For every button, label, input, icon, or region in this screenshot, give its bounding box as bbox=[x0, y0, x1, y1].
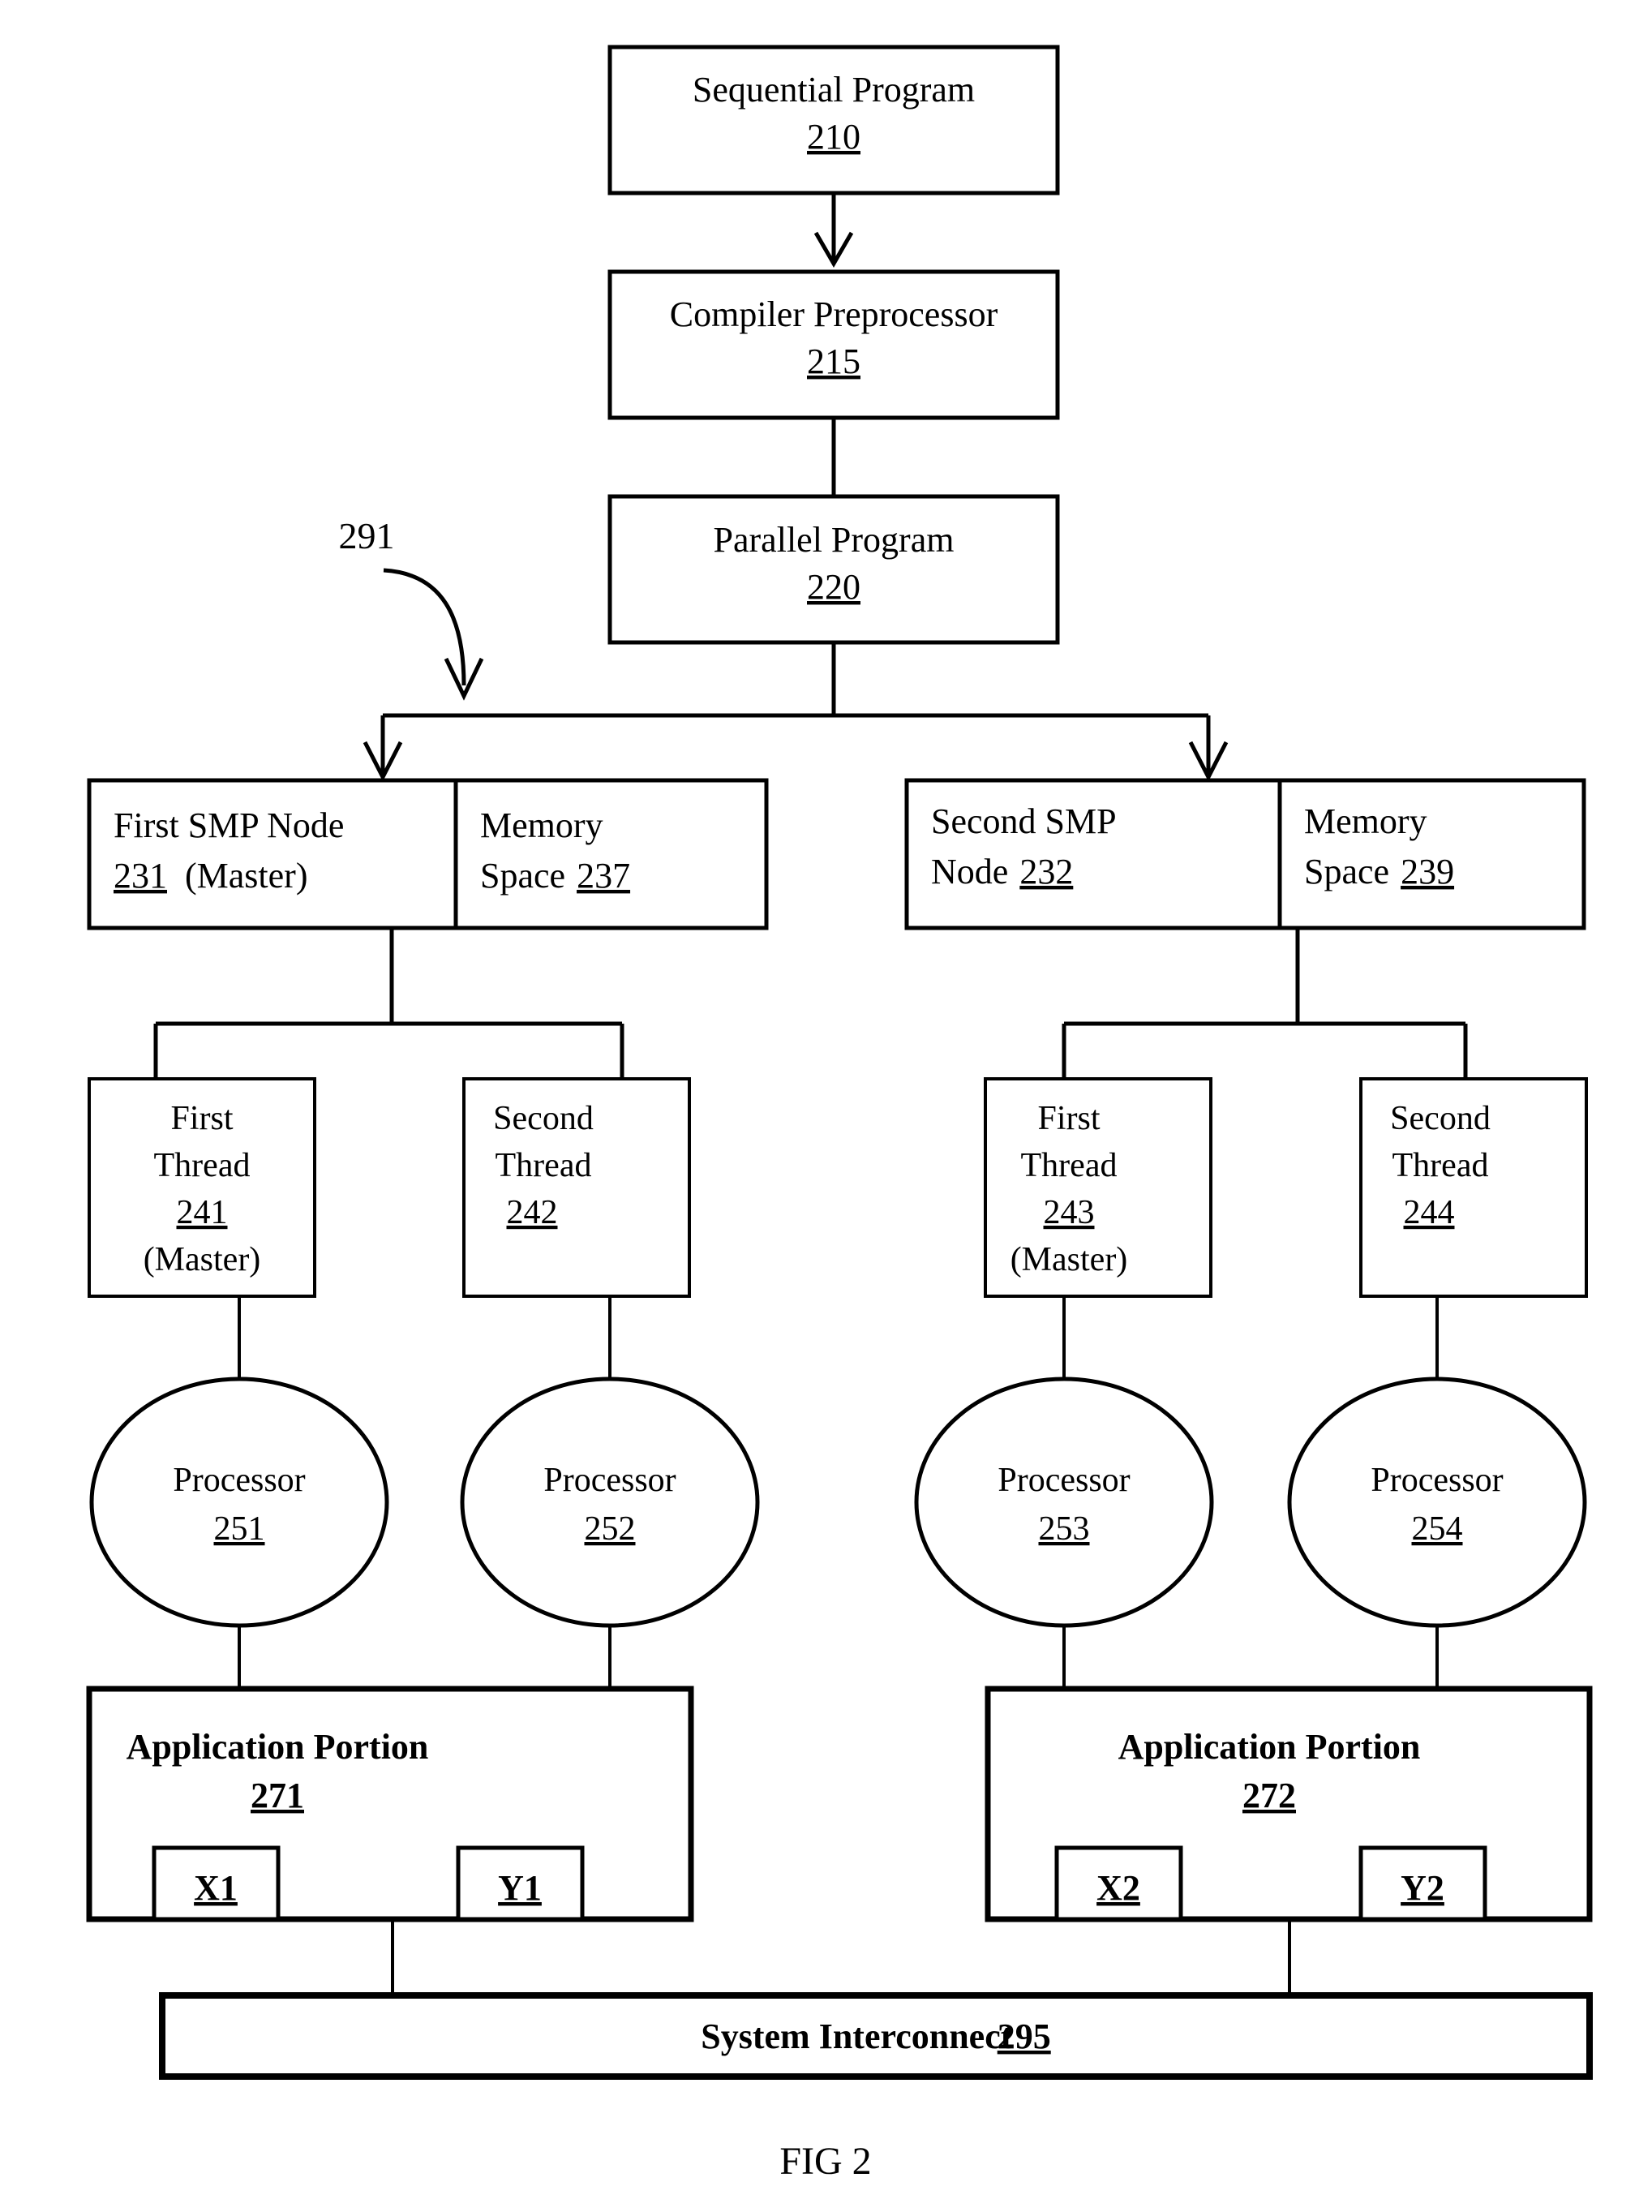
processor-254-ellipse bbox=[1287, 1377, 1587, 1628]
processor-app-connectors bbox=[238, 1626, 1439, 1689]
first-memory-space-line1: Memory bbox=[480, 805, 603, 845]
thread-241-line2: Thread bbox=[154, 1147, 251, 1184]
thread-243-line2: Thread bbox=[1021, 1147, 1118, 1184]
second-smp-node-box: Second SMP Node 232 Memory Space 239 bbox=[904, 778, 1586, 930]
sequential-program-box: Sequential Program 210 bbox=[607, 45, 1060, 195]
second-node-thread-branches bbox=[1062, 928, 1468, 1079]
second-memory-space-ref: 239 bbox=[1401, 852, 1454, 891]
thread-243-master-tag: (Master) bbox=[1011, 1241, 1128, 1278]
processor-251-ellipse bbox=[89, 1377, 389, 1628]
thread-244-line2: Thread bbox=[1392, 1147, 1489, 1184]
processor-251-ref: 251 bbox=[214, 1510, 265, 1548]
processor-253-node: Processor 253 bbox=[914, 1377, 1214, 1628]
processor-253-ellipse bbox=[914, 1377, 1214, 1628]
thread-242-line2: Thread bbox=[496, 1147, 592, 1184]
processor-251-label: Processor bbox=[173, 1462, 305, 1499]
thread-244-box: Second Thread 244 bbox=[1359, 1077, 1588, 1298]
thread-242-ref: 242 bbox=[507, 1194, 558, 1231]
application-portion-271-label: Application Portion bbox=[127, 1727, 429, 1767]
processor-252-node: Processor 252 bbox=[460, 1377, 760, 1628]
processor-252-ref: 252 bbox=[585, 1510, 636, 1548]
thread-243-ref: 243 bbox=[1044, 1194, 1095, 1231]
processor-251-node: Processor 251 bbox=[89, 1377, 389, 1628]
first-smp-node-name: First SMP Node bbox=[114, 805, 344, 845]
thread-241-ref: 241 bbox=[177, 1194, 228, 1231]
system-interconnect-bar: System Interconnect 295 bbox=[159, 1992, 1593, 2080]
compiler-preprocessor-box: Compiler Preprocessor 215 bbox=[607, 269, 1060, 420]
first-smp-node-box: First SMP Node 231 (Master) Memory Space… bbox=[87, 778, 769, 930]
thread-242-line1: Second bbox=[493, 1100, 594, 1137]
patent-figure-2: Sequential Program 210 Compiler Preproce… bbox=[0, 0, 1652, 2212]
compiler-preprocessor-ref: 215 bbox=[807, 341, 860, 381]
figure-caption: FIG 2 bbox=[779, 2140, 871, 2183]
thread-241-line1: First bbox=[170, 1100, 233, 1137]
variable-x1-label: X1 bbox=[194, 1868, 238, 1908]
variable-y1-label: Y1 bbox=[498, 1868, 542, 1908]
processor-254-ref: 254 bbox=[1412, 1510, 1463, 1548]
figure-canvas: Sequential Program 210 Compiler Preproce… bbox=[86, 45, 1593, 2183]
thread-processor-connectors bbox=[238, 1296, 1439, 1379]
first-memory-space-line2: Space bbox=[480, 856, 565, 896]
compiler-preprocessor-label: Compiler Preprocessor bbox=[670, 294, 998, 334]
fork-leader-291: 291 bbox=[339, 515, 484, 701]
thread-244-line1: Second bbox=[1390, 1100, 1491, 1137]
second-smp-node-name: Second SMP bbox=[931, 801, 1117, 841]
variable-y2-label: Y2 bbox=[1401, 1868, 1444, 1908]
system-interconnect-label: System Interconnect bbox=[701, 2017, 1012, 2056]
thread-244-ref: 244 bbox=[1404, 1194, 1455, 1231]
application-portion-271-ref: 271 bbox=[251, 1776, 304, 1815]
thread-243-line1: First bbox=[1037, 1100, 1100, 1137]
processor-254-label: Processor bbox=[1371, 1462, 1503, 1499]
processor-253-ref: 253 bbox=[1039, 1510, 1090, 1548]
application-portion-271-box: Application Portion 271 X1 Y1 bbox=[86, 1686, 694, 1922]
first-smp-node-master-tag: (Master) bbox=[185, 856, 308, 896]
second-smp-node-ref: 232 bbox=[1019, 852, 1073, 891]
first-node-thread-branches bbox=[153, 928, 624, 1079]
parallel-program-label: Parallel Program bbox=[714, 520, 955, 560]
application-portion-272-label: Application Portion bbox=[1118, 1727, 1421, 1767]
fork-bus bbox=[363, 642, 1229, 782]
thread-241-box: First Thread 241 (Master) bbox=[88, 1077, 316, 1298]
first-smp-node-ref: 231 bbox=[114, 856, 167, 896]
thread-242-box: Second Thread 242 bbox=[462, 1077, 691, 1298]
processor-252-ellipse bbox=[460, 1377, 760, 1628]
second-memory-space-line1: Memory bbox=[1304, 801, 1427, 841]
sequential-program-label: Sequential Program bbox=[693, 70, 975, 110]
processor-252-label: Processor bbox=[543, 1462, 676, 1499]
second-smp-node-name-prefix: Node bbox=[931, 852, 1008, 891]
fork-leader-label: 291 bbox=[339, 515, 395, 556]
first-memory-space-ref: 237 bbox=[577, 856, 630, 896]
app-interconnect-connectors bbox=[391, 1919, 1291, 1995]
connector-210-215 bbox=[813, 193, 854, 268]
parallel-program-box: Parallel Program 220 bbox=[607, 494, 1060, 645]
system-interconnect-ref: 295 bbox=[998, 2017, 1051, 2056]
sequential-program-ref: 210 bbox=[807, 117, 860, 157]
variable-x2-label: X2 bbox=[1096, 1868, 1140, 1908]
thread-243-box: First Thread 243 (Master) bbox=[984, 1077, 1212, 1298]
second-memory-space-line2: Space bbox=[1304, 852, 1389, 891]
application-portion-272-ref: 272 bbox=[1242, 1776, 1296, 1815]
thread-241-master-tag: (Master) bbox=[144, 1241, 261, 1278]
parallel-program-ref: 220 bbox=[807, 567, 860, 607]
processor-253-label: Processor bbox=[998, 1462, 1130, 1499]
processor-254-node: Processor 254 bbox=[1287, 1377, 1587, 1628]
first-smp-node-rect bbox=[87, 778, 769, 930]
application-portion-272-box: Application Portion 272 X2 Y2 bbox=[985, 1686, 1593, 1922]
